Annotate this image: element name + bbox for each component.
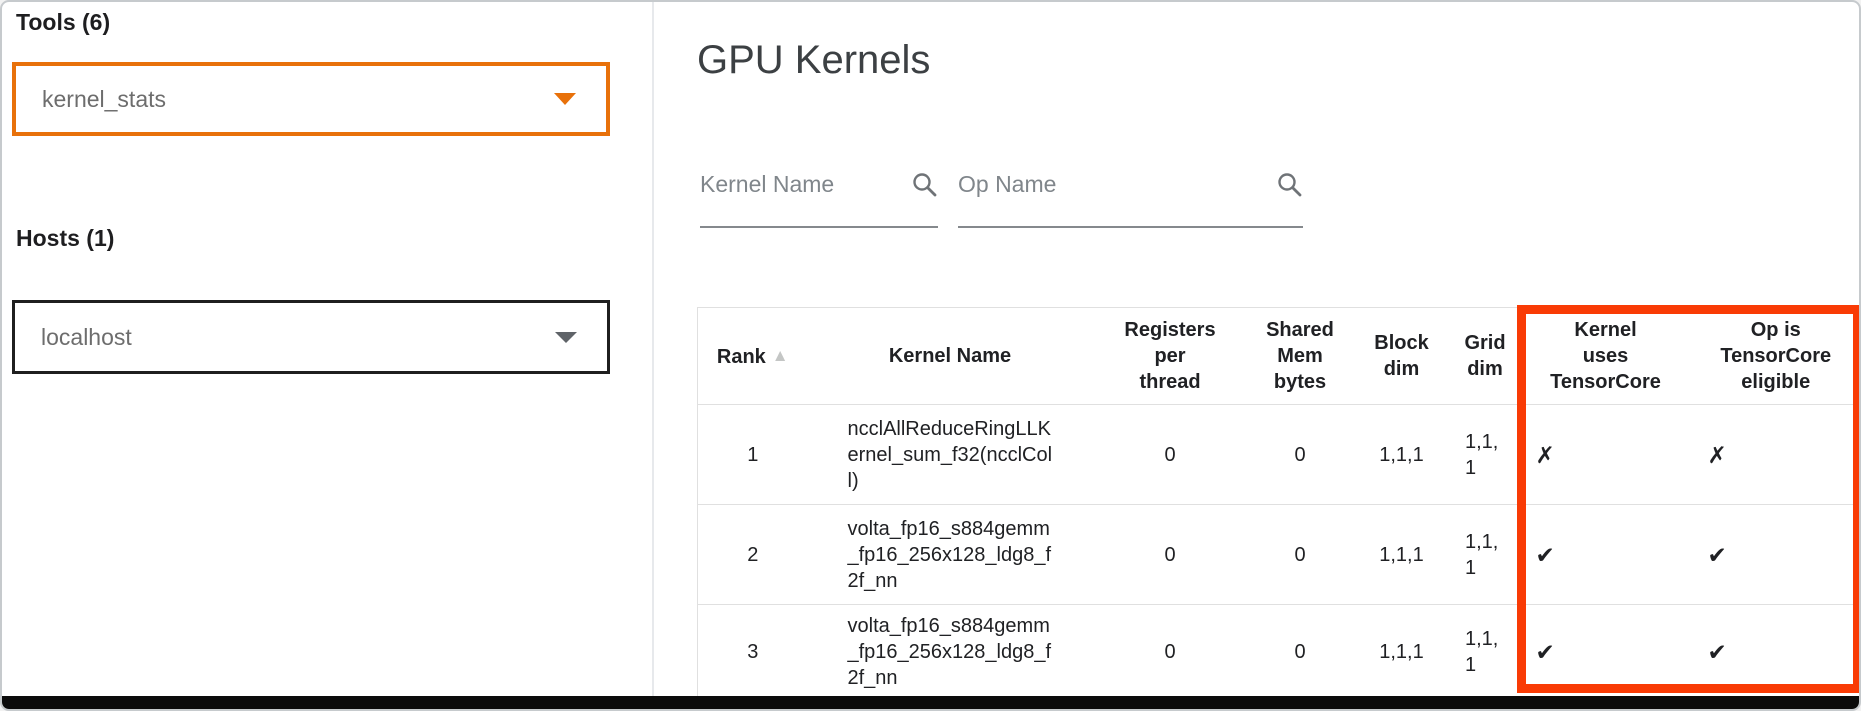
gpu-kernels-table: Rank▲ Kernel Name Registers per thread S… <box>697 307 1861 700</box>
grid-dim-cell: 1,1,1 <box>1451 605 1520 700</box>
registers-cell: 0 <box>1093 505 1248 605</box>
table-header-row: Rank▲ Kernel Name Registers per thread S… <box>698 308 1861 405</box>
table-row: 1 ncclAllReduceRingLLKernel_sum_f32(nccl… <box>698 405 1861 505</box>
table-row: 3 volta_fp16_s884gemm_fp16_256x128_ldg8_… <box>698 605 1861 700</box>
chevron-down-icon <box>555 332 577 343</box>
hosts-label: Hosts (1) <box>16 225 114 252</box>
hosts-dropdown-value: localhost <box>41 324 132 351</box>
bottom-bar <box>2 696 1859 709</box>
block-dim-cell: 1,1,1 <box>1353 605 1451 700</box>
profiler-kernel-stats-page: Tools (6) kernel_stats Hosts (1) localho… <box>0 0 1861 711</box>
search-icon <box>911 171 938 198</box>
kernel-uses-tensorcore-cell: ✔ <box>1520 505 1692 605</box>
rank-cell: 3 <box>698 605 808 700</box>
op-name-filter <box>958 142 1303 228</box>
tools-label: Tools (6) <box>16 9 110 36</box>
col-shared-mem-header[interactable]: Shared Mem bytes <box>1248 308 1353 405</box>
grid-dim-cell: 1,1,1 <box>1451 505 1520 605</box>
op-tensorcore-eligible-cell: ✗ <box>1692 405 1861 505</box>
kernel-name-search-input[interactable] <box>700 171 903 198</box>
rank-cell: 2 <box>698 505 808 605</box>
tools-dropdown-value: kernel_stats <box>42 86 166 113</box>
tools-dropdown[interactable]: kernel_stats <box>12 62 610 136</box>
block-dim-cell: 1,1,1 <box>1353 505 1451 605</box>
kernel-name-cell: volta_fp16_s884gemm_fp16_256x128_ldg8_f2… <box>808 605 1093 700</box>
chevron-down-icon <box>554 93 576 105</box>
registers-cell: 0 <box>1093 605 1248 700</box>
col-block-dim-header[interactable]: Block dim <box>1353 308 1451 405</box>
rank-cell: 1 <box>698 405 808 505</box>
kernel-name-cell: ncclAllReduceRingLLKernel_sum_f32(ncclCo… <box>808 405 1093 505</box>
block-dim-cell: 1,1,1 <box>1353 405 1451 505</box>
kernel-name-cell: volta_fp16_s884gemm_fp16_256x128_ldg8_f2… <box>808 505 1093 605</box>
registers-cell: 0 <box>1093 405 1248 505</box>
shared-mem-cell: 0 <box>1248 505 1353 605</box>
sidebar-divider <box>652 2 654 709</box>
op-tensorcore-eligible-cell: ✔ <box>1692 505 1861 605</box>
col-kernel-name-header[interactable]: Kernel Name <box>808 308 1093 405</box>
table-row: 2 volta_fp16_s884gemm_fp16_256x128_ldg8_… <box>698 505 1861 605</box>
sort-ascending-icon: ▲ <box>766 346 789 365</box>
grid-dim-cell: 1,1,1 <box>1451 405 1520 505</box>
page-title: GPU Kernels <box>697 38 930 83</box>
hosts-dropdown[interactable]: localhost <box>12 300 610 374</box>
kernel-uses-tensorcore-cell: ✗ <box>1520 405 1692 505</box>
kernel-name-filter <box>700 142 938 228</box>
col-rank-header[interactable]: Rank▲ <box>698 308 808 405</box>
shared-mem-cell: 0 <box>1248 605 1353 700</box>
col-kernel-uses-tensorcore-header[interactable]: Kernel uses TensorCore <box>1520 308 1692 405</box>
search-icon <box>1276 171 1303 198</box>
col-registers-header[interactable]: Registers per thread <box>1093 308 1248 405</box>
kernel-uses-tensorcore-cell: ✔ <box>1520 605 1692 700</box>
col-op-tensorcore-eligible-header[interactable]: Op is TensorCore eligible <box>1692 308 1861 405</box>
shared-mem-cell: 0 <box>1248 405 1353 505</box>
op-tensorcore-eligible-cell: ✔ <box>1692 605 1861 700</box>
col-grid-dim-header[interactable]: Grid dim <box>1451 308 1520 405</box>
op-name-search-input[interactable] <box>958 171 1268 198</box>
